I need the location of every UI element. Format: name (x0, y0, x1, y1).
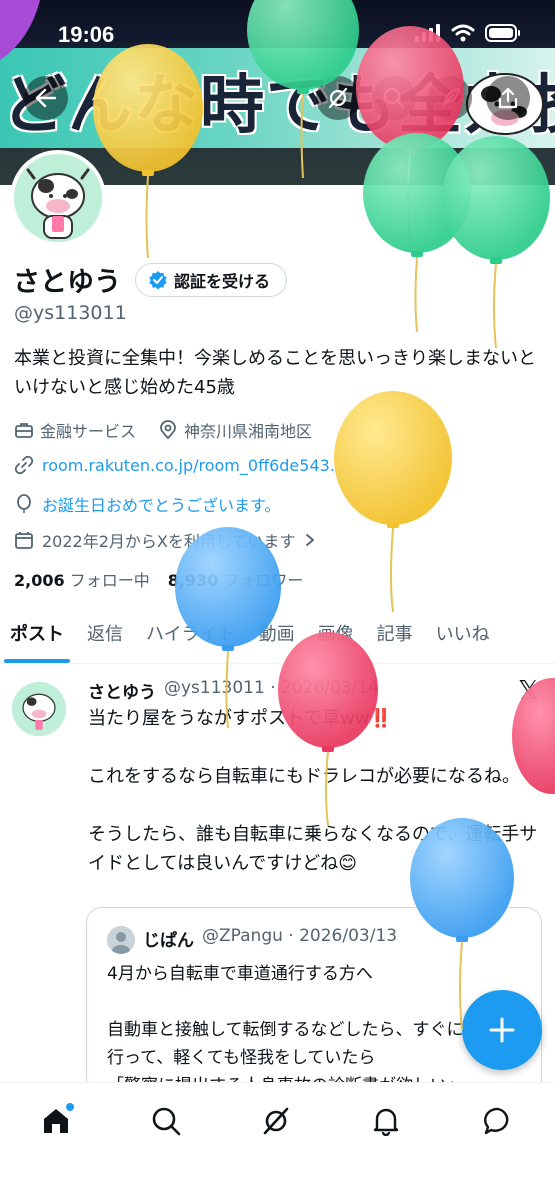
plus-icon (489, 1017, 515, 1043)
joined-text: 2022年2月からXを利用しています (42, 532, 296, 551)
calendar-icon (15, 532, 33, 549)
following-count: 2,006 (14, 571, 65, 590)
tab-videos[interactable]: 動画 (259, 606, 295, 663)
quoted-author-name: じぱん (143, 931, 194, 951)
search-icon (152, 1107, 181, 1136)
chevron-right-icon (306, 534, 315, 546)
default-avatar-icon (107, 926, 135, 954)
back-button[interactable] (24, 76, 68, 120)
bottom-navigation (0, 1082, 555, 1200)
nav-grok[interactable] (256, 1101, 296, 1141)
x-logo-icon[interactable]: 𝕏 (518, 676, 539, 706)
tab-replies[interactable]: 返信 (87, 606, 123, 663)
wifi-icon (451, 24, 475, 42)
status-bar: 19:06 (0, 0, 555, 54)
birthday-text[interactable]: お誕生日おめでとうございます。 (42, 492, 280, 516)
post-author-name[interactable]: さとゆう (88, 678, 156, 703)
meta-row-1: 金融サービス 神奈川県湘南地区 (14, 418, 312, 442)
category-item: 金融サービス (14, 418, 136, 442)
status-time: 19:06 (58, 22, 115, 47)
website-link[interactable]: room.rakuten.co.jp/room_0ff6de543... (42, 456, 345, 475)
website-row[interactable]: room.rakuten.co.jp/room_0ff6de543... (14, 455, 345, 475)
display-name: さとゆう (13, 267, 121, 297)
cellular-signal-icon (415, 24, 440, 42)
feather-icon (441, 88, 460, 107)
location-pin-icon (160, 420, 176, 440)
profile-bio: 本業と投資に全集中！今楽しめることを思いっきり楽しまないといけないと感じ始めた4… (14, 348, 536, 398)
profile-avatar[interactable] (10, 150, 106, 246)
balloon-icon (17, 494, 31, 513)
grok-button[interactable] (316, 76, 360, 120)
nav-notifications[interactable] (366, 1101, 406, 1141)
post-line: これをするなら自転車にもドラレコが必要になるね。 (88, 766, 520, 787)
profile-tabs: ポスト 返信 ハイライト 動画 画像 記事 いいね (0, 606, 555, 664)
tab-posts[interactable]: ポスト (4, 606, 70, 663)
tab-articles[interactable]: 記事 (377, 606, 413, 663)
birthday-row: お誕生日おめでとうございます。 (14, 492, 280, 516)
tab-highlights[interactable]: ハイライト (146, 606, 236, 663)
battery-icon (485, 24, 520, 42)
post-header: さとゆう @ys113011 · 2026/03/14 (88, 678, 379, 703)
get-verified-button[interactable]: 認証を受ける (135, 262, 288, 297)
grok-icon (328, 87, 348, 109)
chat-bubble-icon (484, 1107, 509, 1135)
notification-dot (66, 1103, 74, 1111)
home-indicator (210, 1183, 346, 1188)
get-verified-label: 認証を受ける (174, 271, 271, 291)
post-line: そうしたら、誰も自転車に乗らなくなるので、運転手サイドとしては良いんですけどね😊 (88, 824, 538, 874)
share-button[interactable] (486, 76, 530, 120)
nav-messages[interactable] (478, 1101, 518, 1141)
bell-icon (373, 1108, 399, 1136)
nav-home[interactable] (36, 1101, 76, 1141)
link-icon (14, 455, 34, 475)
search-icon (383, 87, 405, 109)
arrow-left-icon (35, 88, 57, 108)
search-button[interactable] (372, 76, 416, 120)
joined-row[interactable]: 2022年2月からXを利用しています (14, 528, 317, 552)
profile-handle: @ys113011 (14, 302, 127, 324)
location-text: 神奈川県湘南地区 (184, 422, 313, 441)
verified-badge-icon (149, 270, 167, 289)
edit-button[interactable] (428, 76, 472, 120)
status-icons (415, 24, 521, 42)
quoted-handle-date: @ZPangu · 2026/03/13 (202, 926, 398, 946)
cow-avatar-image (14, 154, 102, 242)
location-item: 神奈川県湘南地区 (158, 418, 312, 442)
followers-count: 8,930 (167, 571, 219, 590)
balloon-yellow (334, 391, 452, 613)
cow-avatar-image (12, 682, 66, 736)
category-text: 金融サービス (40, 422, 137, 441)
following-link[interactable]: 2,006 フォロー中 (14, 567, 150, 591)
post-handle-date: @ys113011 · 2026/03/14 (164, 678, 380, 698)
following-label: フォロー中 (69, 571, 150, 590)
post-text: 当たり屋をうながすポストで草ww‼️ これをするなら自転車にもドラレコが必要にな… (88, 704, 538, 907)
followers-label: フォロワー (223, 571, 304, 590)
follow-stats: 2,006 フォロー中 8,930 フォロワー (14, 567, 303, 591)
nav-search[interactable] (146, 1101, 186, 1141)
quoted-header: じぱん @ZPangu · 2026/03/13 (143, 926, 397, 951)
share-icon (498, 87, 518, 109)
grok-icon (263, 1107, 289, 1135)
followers-link[interactable]: 8,930 フォロワー (168, 567, 304, 591)
tab-images[interactable]: 画像 (318, 606, 354, 663)
tab-likes[interactable]: いいね (436, 606, 490, 663)
post-avatar[interactable] (12, 682, 66, 736)
compose-post-button[interactable] (462, 990, 542, 1070)
post-line: 当たり屋をうながすポストで草ww‼️ (88, 708, 392, 729)
briefcase-icon (15, 423, 33, 438)
quoted-avatar (107, 926, 135, 954)
quoted-line: 4月から自転車で車道通行する方へ (107, 964, 373, 984)
name-row: さとゆう 認証を受ける (13, 260, 288, 299)
